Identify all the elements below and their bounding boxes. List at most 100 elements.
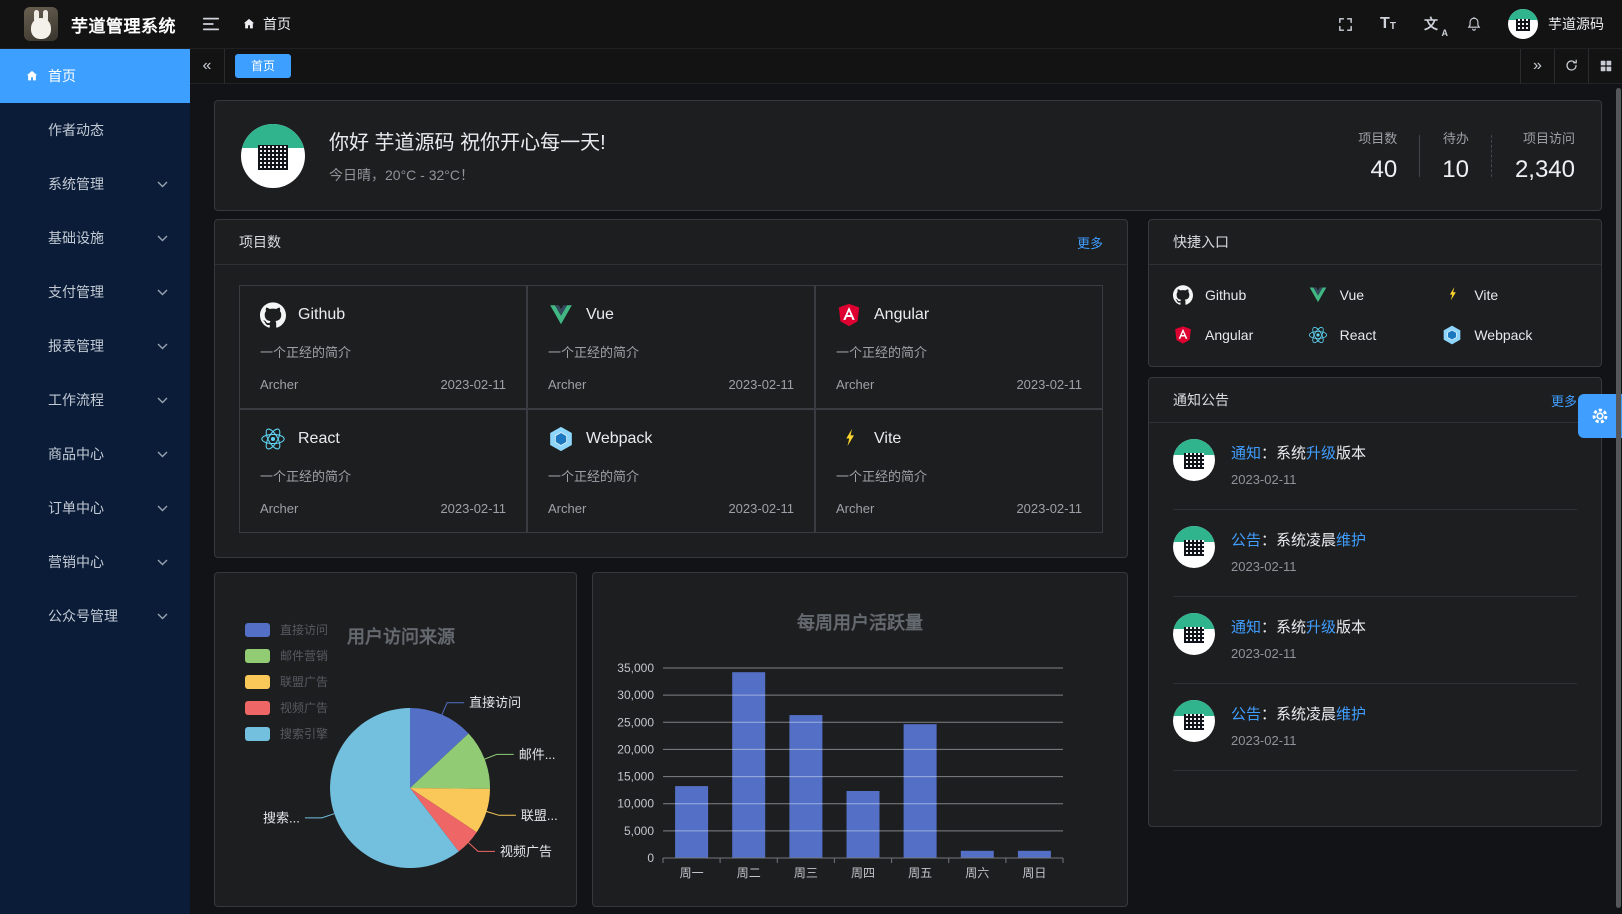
app-logo[interactable]: 芋道管理系统 bbox=[0, 7, 190, 41]
y-tick-label: 35,000 bbox=[617, 661, 654, 675]
bar-周六[interactable] bbox=[961, 851, 994, 858]
quick-link-angular[interactable]: Angular bbox=[1173, 325, 1308, 345]
webpack-icon bbox=[548, 426, 574, 452]
sidebar-item-payment[interactable]: 支付管理 bbox=[0, 265, 190, 319]
project-card-angular[interactable]: Angular一个正经的简介Archer2023-02-11 bbox=[815, 285, 1103, 409]
vite-icon bbox=[836, 426, 862, 452]
pie-chart-legend: 直接访问邮件营销联盟广告视频广告搜索引擎 bbox=[245, 621, 328, 742]
react-icon bbox=[1308, 325, 1328, 345]
legend-swatch bbox=[245, 701, 270, 715]
bar-周日[interactable] bbox=[1018, 851, 1051, 858]
user-menu[interactable]: 芋道源码 bbox=[1508, 9, 1604, 39]
project-card-react[interactable]: React一个正经的简介Archer2023-02-11 bbox=[239, 409, 527, 533]
quick-link-vue[interactable]: Vue bbox=[1308, 285, 1443, 305]
chevron-down-icon bbox=[157, 181, 168, 188]
bar-周二[interactable] bbox=[732, 672, 765, 858]
greeting-card: 你好 芋道源码 祝你开心每一天! 今日晴，20°C - 32°C！ 项目数40待… bbox=[214, 100, 1602, 211]
legend-item[interactable]: 搜索引擎 bbox=[245, 725, 328, 742]
sidebar-item-label: 系统管理 bbox=[48, 174, 104, 194]
sidebar-item-home[interactable]: 首页 bbox=[0, 48, 190, 103]
sidebar-item-product-center[interactable]: 商品中心 bbox=[0, 427, 190, 481]
pie-chart-card: 用户访问来源 直接访问邮件营销联盟广告视频广告搜索引擎 直接访问邮件...联盟.… bbox=[214, 572, 577, 907]
project-card-github[interactable]: Github一个正经的简介Archer2023-02-11 bbox=[239, 285, 527, 409]
sidebar-item-report[interactable]: 报表管理 bbox=[0, 319, 190, 373]
vite-icon bbox=[1442, 285, 1462, 305]
sidebar-item-marketing-center[interactable]: 营销中心 bbox=[0, 535, 190, 589]
sidebar-item-label: 基础设施 bbox=[48, 228, 104, 248]
legend-item[interactable]: 直接访问 bbox=[245, 621, 328, 638]
project-desc: 一个正经的简介 bbox=[260, 466, 506, 485]
legend-item[interactable]: 邮件营销 bbox=[245, 647, 328, 664]
notices-more-link[interactable]: 更多 bbox=[1551, 391, 1577, 410]
notice-item[interactable]: 公告：系统凌晨维护2023-02-11 bbox=[1173, 684, 1577, 771]
tabs-scroll-right-icon[interactable]: » bbox=[1520, 48, 1554, 84]
project-card-vue[interactable]: Vue一个正经的简介Archer2023-02-11 bbox=[527, 285, 815, 409]
project-card-header: Webpack bbox=[548, 426, 794, 452]
x-tick-label: 周三 bbox=[794, 866, 818, 880]
quick-link-github[interactable]: Github bbox=[1173, 285, 1308, 305]
bar-周四[interactable] bbox=[847, 791, 880, 858]
angular-icon bbox=[1173, 325, 1193, 345]
legend-item[interactable]: 联盟广告 bbox=[245, 673, 328, 690]
legend-item[interactable]: 视频广告 bbox=[245, 699, 328, 716]
chevron-down-icon bbox=[157, 235, 168, 242]
projects-card: 项目数 更多 Github一个正经的简介Archer2023-02-11Vue一… bbox=[214, 219, 1128, 558]
notice-item[interactable]: 公告：系统凌晨维护2023-02-11 bbox=[1173, 510, 1577, 597]
bar-周五[interactable] bbox=[904, 724, 937, 858]
bar-周一[interactable] bbox=[675, 786, 708, 858]
project-card-webpack[interactable]: Webpack一个正经的简介Archer2023-02-11 bbox=[527, 409, 815, 533]
stat-item: 项目访问2,340 bbox=[1515, 128, 1575, 184]
notice-title: 通知：系统升级版本 bbox=[1231, 442, 1366, 463]
sidebar-item-order-center[interactable]: 订单中心 bbox=[0, 481, 190, 535]
project-author: Archer bbox=[260, 377, 298, 392]
legend-swatch bbox=[245, 649, 270, 663]
stat-value: 2,340 bbox=[1515, 156, 1575, 184]
vue-icon bbox=[548, 302, 574, 328]
stat-label: 项目数 bbox=[1358, 128, 1397, 147]
tabs-scroll-left-icon[interactable]: « bbox=[190, 48, 225, 84]
fullscreen-icon[interactable] bbox=[1336, 14, 1354, 34]
font-size-icon[interactable]: TT bbox=[1379, 14, 1397, 34]
scrollbar[interactable] bbox=[1616, 88, 1621, 908]
greeting-title: 你好 芋道源码 祝你开心每一天! bbox=[329, 126, 606, 155]
x-tick-label: 周一 bbox=[680, 866, 704, 880]
layout-grid-icon[interactable] bbox=[1588, 48, 1622, 84]
notice-item[interactable]: 通知：系统升级版本2023-02-11 bbox=[1173, 597, 1577, 684]
sidebar-collapse-icon[interactable] bbox=[202, 16, 220, 32]
tab-home[interactable]: 首页 bbox=[235, 54, 291, 78]
project-name: React bbox=[298, 430, 340, 448]
sidebar-item-infrastructure[interactable]: 基础设施 bbox=[0, 211, 190, 265]
legend-swatch bbox=[245, 675, 270, 689]
quick-link-label: Webpack bbox=[1474, 327, 1532, 343]
project-card-vite[interactable]: Vite一个正经的简介Archer2023-02-11 bbox=[815, 409, 1103, 533]
locale-icon[interactable]: 文A bbox=[1422, 14, 1440, 34]
sidebar-item-system[interactable]: 系统管理 bbox=[0, 157, 190, 211]
quick-link-webpack[interactable]: Webpack bbox=[1442, 325, 1577, 345]
sidebar-item-label: 订单中心 bbox=[48, 498, 104, 518]
sidebar-item-label: 营销中心 bbox=[48, 552, 104, 572]
sidebar-item-author-feed[interactable]: 作者动态 bbox=[0, 103, 190, 157]
projects-card-title: 项目数 bbox=[239, 232, 281, 252]
bar-周三[interactable] bbox=[789, 715, 822, 858]
sidebar-item-workflow[interactable]: 工作流程 bbox=[0, 373, 190, 427]
quick-link-react[interactable]: React bbox=[1308, 325, 1443, 345]
user-avatar bbox=[1508, 9, 1538, 39]
projects-more-link[interactable]: 更多 bbox=[1077, 233, 1103, 252]
project-name: Vite bbox=[874, 430, 901, 448]
notices-card-title: 通知公告 bbox=[1173, 390, 1229, 410]
project-footer: Archer2023-02-11 bbox=[836, 501, 1082, 516]
breadcrumb-item[interactable]: 首页 bbox=[263, 14, 291, 34]
y-tick-label: 5,000 bbox=[624, 824, 654, 838]
sidebar-item-label: 作者动态 bbox=[48, 120, 104, 140]
notice-title: 公告：系统凌晨维护 bbox=[1231, 529, 1366, 550]
refresh-icon[interactable] bbox=[1554, 48, 1588, 84]
pie-label-line bbox=[487, 812, 516, 816]
bell-icon[interactable] bbox=[1465, 14, 1483, 34]
quick-link-label: React bbox=[1340, 327, 1377, 343]
notice-item[interactable]: 通知：系统升级版本2023-02-11 bbox=[1173, 423, 1577, 510]
stat-item: 项目数40 bbox=[1358, 128, 1397, 184]
stat-label: 待办 bbox=[1442, 128, 1469, 147]
notice-avatar bbox=[1173, 439, 1215, 481]
sidebar-item-official-account[interactable]: 公众号管理 bbox=[0, 589, 190, 643]
quick-link-vite[interactable]: Vite bbox=[1442, 285, 1577, 305]
